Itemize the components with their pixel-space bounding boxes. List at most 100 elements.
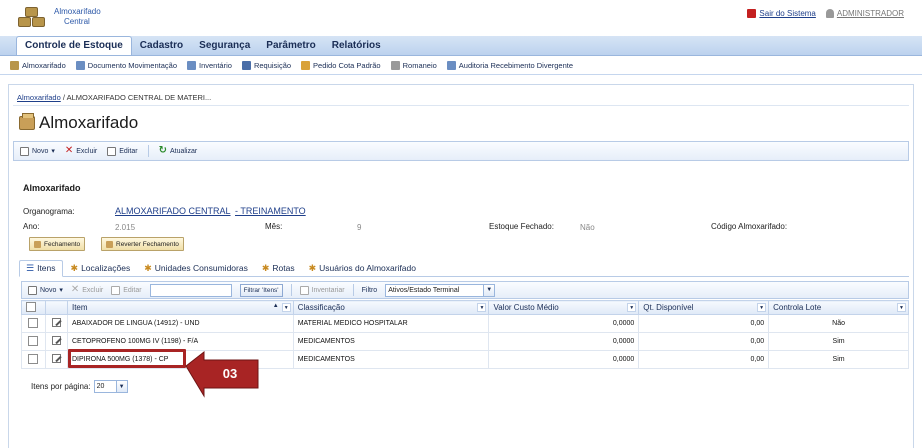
nav-tab-cadastro[interactable]: Cadastro xyxy=(132,37,191,55)
chevron-down-icon: ▼ xyxy=(483,284,495,296)
revert-close-button[interactable]: Reverter Fechamento xyxy=(101,237,184,251)
subnav-inventario[interactable]: Inventário xyxy=(187,60,232,70)
audit-icon xyxy=(446,60,456,70)
code-label: Código Almoxarifado: xyxy=(711,222,788,231)
nav-tab-parametro[interactable]: Parâmetro xyxy=(258,37,323,55)
col-classificacao[interactable]: Classificação ▼ xyxy=(292,300,490,315)
grid-delete-button[interactable]: ✕ Excluir xyxy=(70,284,103,295)
column-menu-icon[interactable]: ▼ xyxy=(627,303,637,312)
close-period-button[interactable]: Fechamento xyxy=(29,237,86,251)
edit-row-icon[interactable] xyxy=(51,336,61,345)
sub-nav: Almoxarifado Documento Movimentação Inve… xyxy=(0,56,922,75)
filter-label: Filtro xyxy=(361,286,378,294)
section-title: Almoxarifado xyxy=(23,183,81,193)
logo-icon xyxy=(18,5,50,29)
delete-button[interactable]: ✕ Excluir xyxy=(64,145,97,156)
row-checkbox[interactable] xyxy=(28,353,39,364)
main-nav: Controle de Estoque Cadastro Segurança P… xyxy=(0,36,922,56)
col-controla-lote[interactable]: Controla Lote ▼ xyxy=(768,300,909,315)
col-valor-custo[interactable]: Valor Custo Médio ▼ xyxy=(488,300,640,315)
filter-select[interactable]: Ativos/Estado Terminal ▼ xyxy=(385,283,496,297)
cell-class: MATERIAL MEDICO HOSPITALAR xyxy=(292,314,490,333)
tab-rotas[interactable]: ✱ Rotas xyxy=(256,261,301,276)
select-all-header[interactable] xyxy=(21,300,46,315)
edit-row-icon[interactable] xyxy=(51,354,61,363)
logo-text: Almoxarifado Central xyxy=(54,7,101,26)
content-panel: Almoxarifado / ALMOXARIFADO CENTRAL DE M… xyxy=(8,84,914,448)
grid-edit-button[interactable]: Editar xyxy=(111,285,142,295)
box-icon xyxy=(10,60,19,70)
col-item[interactable]: Item ▼ ▲ xyxy=(66,300,294,315)
table-row[interactable]: CETOPROFENO 100MG IV (1198) - F/A MEDICA… xyxy=(21,332,909,351)
cell-cost: 0,0000 xyxy=(488,332,640,351)
select-all-checkbox[interactable] xyxy=(26,301,36,312)
column-menu-icon[interactable]: ▼ xyxy=(757,303,767,312)
callout-arrow: 03 xyxy=(184,350,260,398)
edit-icon xyxy=(107,146,117,156)
list-icon: ☰ xyxy=(26,263,35,273)
org-link-2[interactable]: - TREINAMENTO xyxy=(235,206,306,216)
close-icon xyxy=(34,240,41,248)
callout-number: 03 xyxy=(222,366,238,381)
subnav-requisicao[interactable]: Requisição xyxy=(241,60,291,70)
gear-icon: ✱ xyxy=(308,263,317,273)
detail-tabs: ☰ Itens ✱ Localizações ✱ Unidades Consumido… xyxy=(19,260,909,277)
row-checkbox[interactable] xyxy=(28,317,39,328)
table-row[interactable]: ABAIXADOR DE LINGUA (14912) - UND MATERI… xyxy=(21,314,909,333)
edit-button[interactable]: Editar xyxy=(107,146,138,156)
new-icon xyxy=(28,285,37,295)
tab-usuarios[interactable]: ✱ Usuários do Almoxarifado xyxy=(303,261,422,276)
org-link[interactable]: ALMOXARIFADO CENTRAL xyxy=(115,206,231,216)
gear-icon: ✱ xyxy=(70,263,79,273)
column-menu-icon[interactable]: ▼ xyxy=(897,303,906,312)
breadcrumb-link[interactable]: Almoxarifado xyxy=(17,93,61,102)
page-size-select[interactable]: 20 ▼ xyxy=(93,380,128,393)
edit-icon xyxy=(111,285,121,295)
closed-label: Estoque Fechado: xyxy=(489,222,554,231)
cell-class: MEDICAMENTOS xyxy=(292,332,490,351)
cell-qty: 0,00 xyxy=(638,314,770,333)
cell-item: CETOPROFENO 100MG IV (1198) - F/A xyxy=(66,332,294,351)
year-value: 2.015 xyxy=(115,223,136,232)
gear-icon: ✱ xyxy=(261,263,270,273)
subnav-documento[interactable]: Documento Movimentação xyxy=(75,60,177,70)
cell-lot: Sim xyxy=(768,332,909,351)
page-title: Almoxarifado xyxy=(19,113,138,133)
edit-row-icon[interactable] xyxy=(51,318,61,327)
nav-tab-controle-estoque[interactable]: Controle de Estoque xyxy=(16,36,132,55)
nav-tab-relatorios[interactable]: Relatórios xyxy=(324,37,389,55)
subnav-romaneio[interactable]: Romaneio xyxy=(390,60,437,70)
filter-items-button[interactable]: Filtrar 'Itens' xyxy=(239,283,283,297)
inventory-button[interactable]: Inventariar xyxy=(299,285,345,295)
column-menu-icon[interactable]: ▼ xyxy=(477,303,487,312)
pager: Itens por página: 20 ▼ xyxy=(31,380,128,393)
refresh-button[interactable]: ↻ Atualizar xyxy=(159,146,198,156)
subnav-pedido[interactable]: Pedido Cota Padrão xyxy=(301,60,381,70)
user-icon xyxy=(825,9,834,18)
tab-localizacoes[interactable]: ✱ Localizações xyxy=(65,261,137,276)
subnav-auditoria[interactable]: Auditoria Recebimento Divergente xyxy=(446,60,573,70)
grid-filter-input[interactable] xyxy=(149,283,232,297)
subnav-almoxarifado[interactable]: Almoxarifado xyxy=(10,60,66,70)
inventory-icon xyxy=(187,60,196,70)
inventory-icon xyxy=(299,285,309,295)
user-link[interactable]: ADMINISTRADOR xyxy=(825,9,904,18)
col-qt-disponivel[interactable]: Qt. Disponível ▼ xyxy=(638,300,770,315)
highlight-box xyxy=(68,349,186,368)
logout-icon xyxy=(747,9,757,18)
grid-new-button[interactable]: Novo ▾ xyxy=(28,285,63,295)
cell-lot: Sim xyxy=(768,350,909,369)
warehouse-icon xyxy=(19,113,35,130)
chevron-down-icon: ▼ xyxy=(115,381,127,392)
logout-link[interactable]: Sair do Sistema xyxy=(747,9,816,18)
delete-icon: ✕ xyxy=(70,284,80,295)
nav-tab-seguranca[interactable]: Segurança xyxy=(191,37,258,55)
new-button[interactable]: Novo ▾ xyxy=(20,146,55,156)
row-checkbox[interactable] xyxy=(28,335,39,346)
tab-itens[interactable]: ☰ Itens xyxy=(19,260,63,277)
cell-cost: 0,0000 xyxy=(488,350,640,369)
cell-qty: 0,00 xyxy=(638,332,770,351)
delete-icon: ✕ xyxy=(64,145,74,156)
tab-unidades[interactable]: ✱ Unidades Consumidoras xyxy=(138,261,254,276)
column-menu-icon[interactable]: ▼ xyxy=(281,303,291,312)
